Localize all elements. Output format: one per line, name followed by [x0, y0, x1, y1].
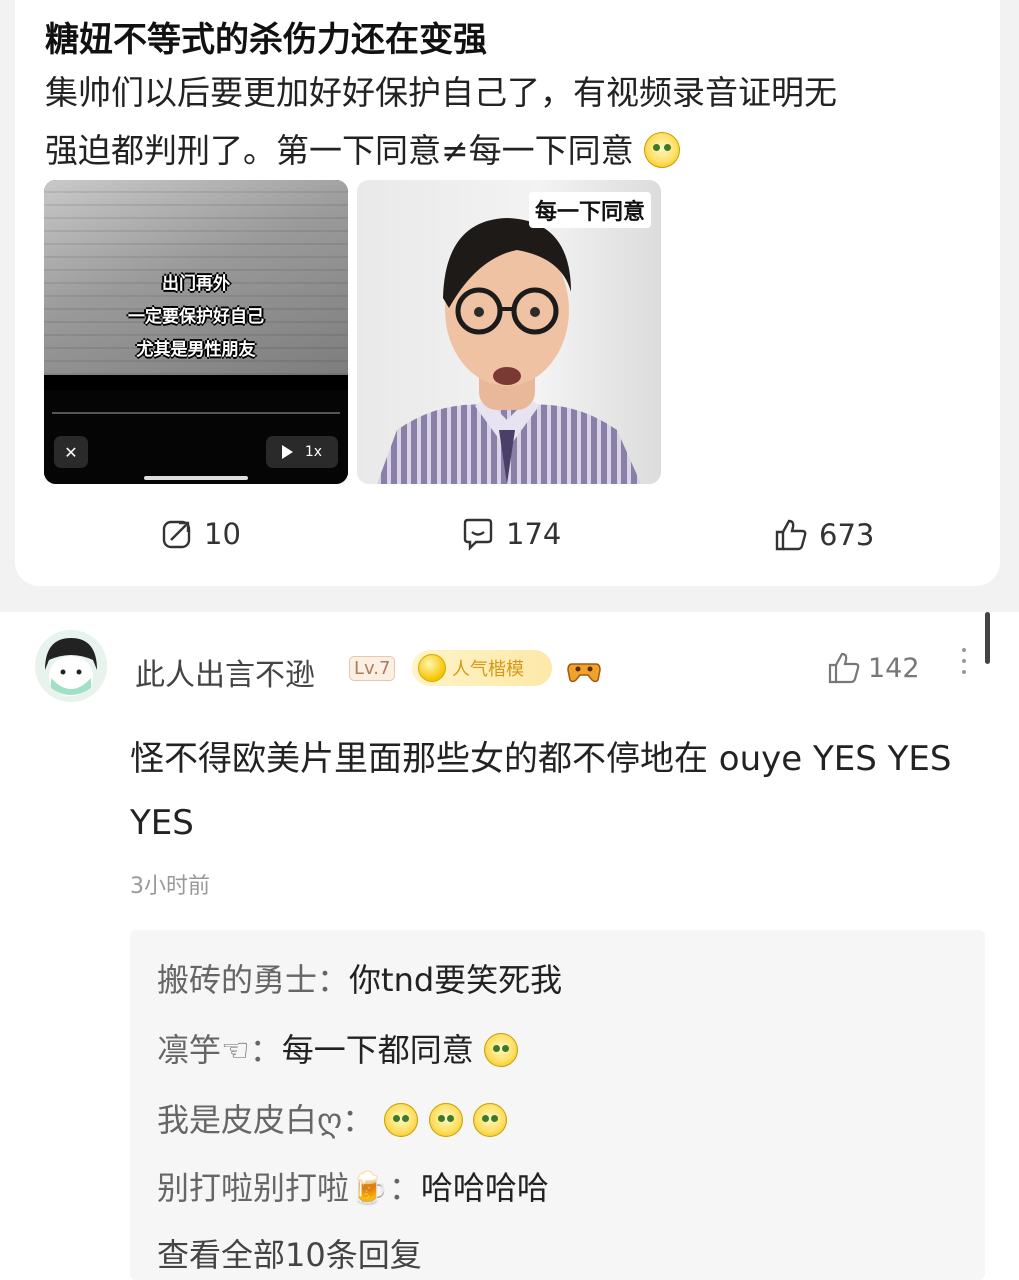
laughing-emoji-icon — [384, 1103, 419, 1137]
laughing-emoji-icon — [472, 1103, 507, 1137]
reply-item[interactable]: 凛竽☜：每一下都同意 — [157, 1025, 518, 1071]
media-thumbnail-photo[interactable]: 每一下同意 — [357, 180, 661, 484]
media-thumbnail-video[interactable]: 出门再外 一定要保护好自己 尤其是男性朋友 ✕ 1x — [44, 180, 348, 484]
thumbs-up-icon — [828, 652, 860, 684]
level-badge: Lv.7 — [349, 656, 396, 681]
game-controller-badge-icon — [566, 654, 602, 688]
subtitle-line: 出门再外 — [162, 274, 230, 294]
commenter-username[interactable]: 此人出言不逊 — [135, 650, 315, 694]
comment-icon — [463, 518, 493, 551]
avatar[interactable] — [35, 630, 107, 702]
comment-timestamp: 3小时前 — [130, 874, 210, 899]
close-video-button[interactable]: ✕ — [54, 436, 88, 468]
reply-colon: ： — [249, 1031, 282, 1069]
comment-like-count: 142 — [868, 652, 920, 684]
scrollbar-thumb[interactable] — [985, 612, 990, 664]
more-options-icon[interactable] — [962, 648, 966, 674]
close-icon: ✕ — [64, 442, 78, 462]
reply-colon: ： — [317, 961, 350, 999]
reply-username[interactable]: 凛竽☜ — [157, 1031, 250, 1069]
laughing-emoji-icon — [483, 1033, 518, 1067]
photo-overlay-label: 每一下同意 — [528, 192, 651, 228]
repost-count: 10 — [204, 517, 241, 551]
popularity-badge-label: 人气楷模 — [452, 659, 524, 680]
reply-text: 你tnd要笑死我 — [349, 961, 563, 999]
subtitle-line: 尤其是男性朋友 — [136, 340, 256, 360]
reply-item[interactable]: 我是皮皮白ღ： — [157, 1095, 507, 1141]
video-player-controls: ✕ 1x — [44, 390, 348, 484]
play-button[interactable]: 1x — [266, 436, 338, 468]
gem-icon — [418, 654, 446, 682]
playback-speed[interactable]: 1x — [305, 444, 322, 460]
reply-colon: ： — [388, 1169, 421, 1207]
like-count: 673 — [819, 518, 875, 552]
reply-colon: ： — [342, 1101, 375, 1139]
video-subtitles: 出门再外 一定要保护好自己 尤其是男性朋友 — [44, 268, 348, 367]
like-button[interactable]: 673 — [773, 517, 874, 553]
reply-username[interactable]: 别打啦别打啦🍺 — [157, 1169, 389, 1207]
popularity-badge: 人气楷模 — [412, 650, 552, 686]
repost-button[interactable]: 10 — [160, 517, 241, 551]
post-body: 集帅们以后要更加好好保护自己了，有视频录音证明无 强迫都判刑了。第一下同意≠每一… — [45, 64, 975, 180]
view-all-replies-link[interactable]: 查看全部10条回复 — [157, 1230, 422, 1276]
reply-item[interactable]: 搬砖的勇士：你tnd要笑死我 — [157, 955, 562, 1001]
comment-like-button[interactable]: 142 — [826, 650, 920, 686]
reply-username[interactable]: 搬砖的勇士 — [157, 961, 317, 999]
play-icon — [281, 445, 293, 459]
comment-text: 怪不得欧美片里面那些女的都不停地在 ouye YES YES YES — [130, 739, 952, 843]
avatar-illustration — [35, 630, 107, 702]
post-body-line-2: 强迫都判刑了。第一下同意≠每一下同意 — [45, 131, 634, 170]
post-body-line-1: 集帅们以后要更加好好保护自己了，有视频录音证明无 — [45, 73, 837, 112]
reply-username[interactable]: 我是皮皮白ღ — [157, 1101, 342, 1139]
repost-icon — [162, 520, 191, 549]
home-indicator — [144, 476, 248, 480]
reply-text: 每一下都同意 — [281, 1031, 474, 1069]
thumbs-up-icon — [775, 519, 807, 551]
reply-item[interactable]: 别打啦别打啦🍺：哈哈哈哈 — [157, 1163, 549, 1209]
laughing-emoji-icon — [428, 1103, 463, 1137]
comment-button[interactable]: 174 — [460, 517, 561, 551]
post-action-bar: 10 174 673 — [15, 505, 1000, 569]
video-progress-track[interactable] — [52, 412, 340, 414]
comment-count: 174 — [506, 517, 562, 551]
subtitle-line: 一定要保护好自己 — [128, 307, 264, 327]
reply-text: 哈哈哈哈 — [420, 1169, 549, 1207]
sweat-laugh-emoji-icon — [644, 132, 681, 168]
post-title: 糖妞不等式的杀伤力还在变强 — [45, 20, 487, 60]
